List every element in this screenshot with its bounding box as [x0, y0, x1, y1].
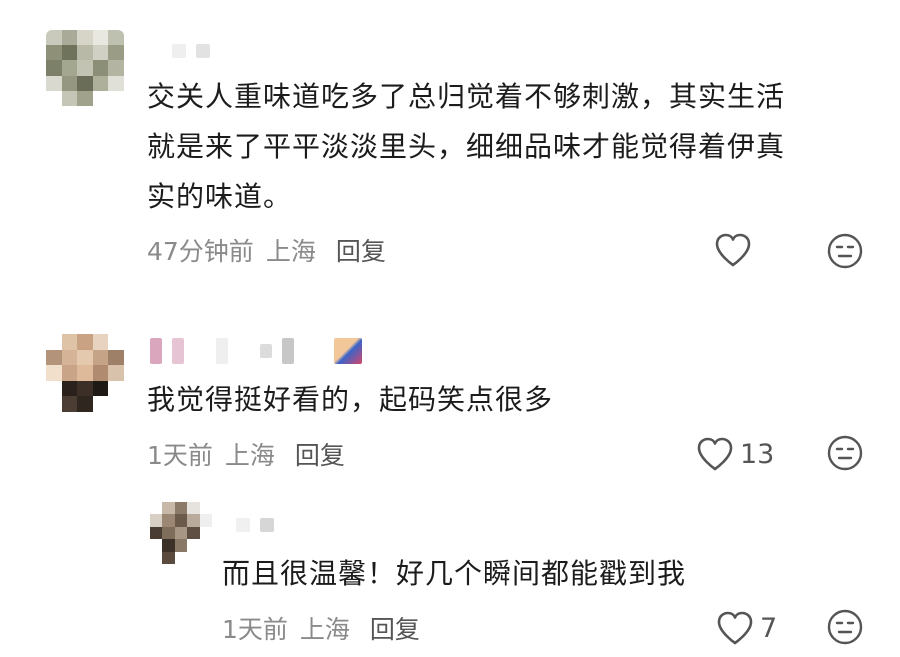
comment-location: 上海 — [265, 237, 316, 266]
comment-time: 47分钟前 — [147, 237, 254, 266]
username-blurred[interactable] — [236, 518, 274, 532]
comment-text: 我觉得挺好看的，起码笑点很多 — [147, 383, 554, 416]
like-count: 7 — [760, 612, 778, 644]
neutral-face-icon — [826, 232, 864, 270]
reply-button[interactable]: 回复 — [336, 232, 386, 268]
dislike-button[interactable] — [826, 608, 864, 646]
reply-time: 1天前 — [222, 615, 288, 644]
comment-location: 上海 — [224, 441, 275, 470]
like-button[interactable]: 7 — [716, 610, 777, 646]
like-count: 13 — [740, 438, 775, 470]
like-button[interactable] — [714, 232, 752, 268]
username-blurred[interactable] — [172, 44, 210, 58]
reply-button[interactable]: 回复 — [295, 436, 345, 472]
comment-meta: 47分钟前 上海 回复 — [147, 232, 386, 268]
heart-outline-icon — [696, 436, 734, 472]
avatar[interactable] — [46, 30, 124, 106]
avatar[interactable] — [150, 502, 212, 564]
comment-time: 1天前 — [147, 441, 213, 470]
like-button[interactable]: 13 — [696, 436, 774, 472]
heart-outline-icon — [714, 232, 752, 268]
username-blurred[interactable] — [150, 338, 362, 364]
comment-text: 交关人重味道吃多了总归觉着不够刺激，其实生活 就是来了平平淡淡里头，细细品味才能… — [147, 80, 786, 213]
neutral-face-icon — [826, 608, 864, 646]
heart-outline-icon — [716, 610, 754, 646]
reply-meta: 1天前 上海 回复 — [222, 610, 420, 646]
avatar[interactable] — [46, 334, 124, 412]
neutral-face-icon — [826, 434, 864, 472]
dislike-button[interactable] — [826, 232, 864, 270]
reply-button[interactable]: 回复 — [370, 610, 420, 646]
dislike-button[interactable] — [826, 434, 864, 472]
comment-meta: 1天前 上海 回复 — [147, 436, 345, 472]
reply-location: 上海 — [299, 615, 350, 644]
reply-text: 而且很温馨！好几个瞬间都能戳到我 — [222, 557, 687, 590]
